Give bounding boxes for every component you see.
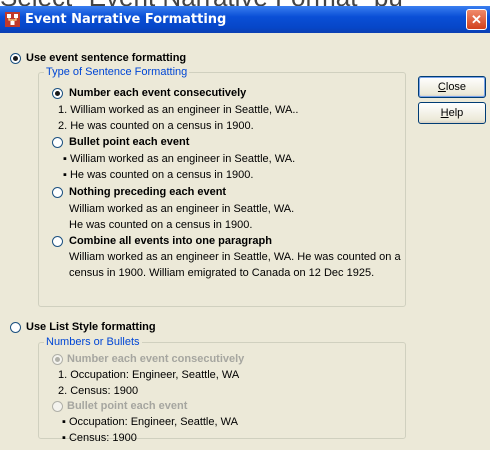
help-button[interactable]: Help <box>418 102 486 124</box>
sentence-number-radio[interactable] <box>52 88 63 99</box>
list-number-radio[interactable] <box>52 354 63 365</box>
dialog-client: Use event sentence formatting Type of Se… <box>0 33 490 450</box>
sentence-number-example-2: 2. He was counted on a census in 1900. <box>58 120 254 132</box>
list-number-example-1: 1. Occupation: Engineer, Seattle, WA <box>58 369 240 381</box>
list-bullet-example-1: ▪ Occupation: Engineer, Seattle, WA <box>62 416 238 428</box>
sentence-formatting-radio[interactable] <box>10 53 21 64</box>
help-button-label: elp <box>448 107 464 119</box>
list-style-radio[interactable] <box>10 322 21 333</box>
list-bullet-example-2: ▪ Census: 1900 <box>62 432 137 444</box>
list-number-label[interactable]: Number each event consecutively <box>67 353 244 365</box>
sentence-formatting-label[interactable]: Use event sentence formatting <box>26 52 186 64</box>
dialog-window: Event Narrative Formatting ✕ Use event s… <box>0 6 490 450</box>
help-button-mnemonic: H <box>440 107 449 119</box>
list-style-label[interactable]: Use List Style formatting <box>26 321 156 333</box>
close-icon: ✕ <box>471 12 482 27</box>
sentence-bullet-label[interactable]: Bullet point each event <box>69 136 189 148</box>
list-bullet-label[interactable]: Bullet point each event <box>67 400 187 412</box>
family-tree-app-icon <box>5 12 20 27</box>
sentence-number-label[interactable]: Number each event consecutively <box>69 87 246 99</box>
sentence-nothing-example-2: He was counted on a census in 1900. <box>69 219 253 231</box>
sentence-nothing-radio[interactable] <box>52 187 63 198</box>
sentence-bullet-example-1: ▪ William worked as an engineer in Seatt… <box>63 153 296 165</box>
sentence-type-group-title: Type of Sentence Formatting <box>44 66 190 78</box>
numbers-bullets-group-title: Numbers or Bullets <box>44 336 142 348</box>
sentence-bullet-radio[interactable] <box>52 137 63 148</box>
window-close-button[interactable]: ✕ <box>466 9 487 30</box>
close-button-mnemonic: C <box>437 81 446 93</box>
window-title: Event Narrative Formatting <box>25 12 227 27</box>
list-number-example-2: 2. Census: 1900 <box>58 385 139 397</box>
close-button[interactable]: Close <box>418 76 486 98</box>
list-bullet-radio[interactable] <box>52 401 63 412</box>
title-bar[interactable]: Event Narrative Formatting ✕ <box>0 6 490 33</box>
sentence-combine-label[interactable]: Combine all events into one paragraph <box>69 235 272 247</box>
sentence-number-example-1: 1. William worked as an engineer in Seat… <box>58 104 299 116</box>
close-button-label: lose <box>445 81 467 93</box>
sentence-bullet-example-2: ▪ He was counted on a census in 1900. <box>63 169 254 181</box>
sentence-nothing-label[interactable]: Nothing preceding each event <box>69 186 226 198</box>
sentence-combine-radio[interactable] <box>52 236 63 247</box>
sentence-nothing-example-1: William worked as an engineer in Seattle… <box>69 203 295 215</box>
sentence-combine-example: William worked as an engineer in Seattle… <box>69 251 401 279</box>
